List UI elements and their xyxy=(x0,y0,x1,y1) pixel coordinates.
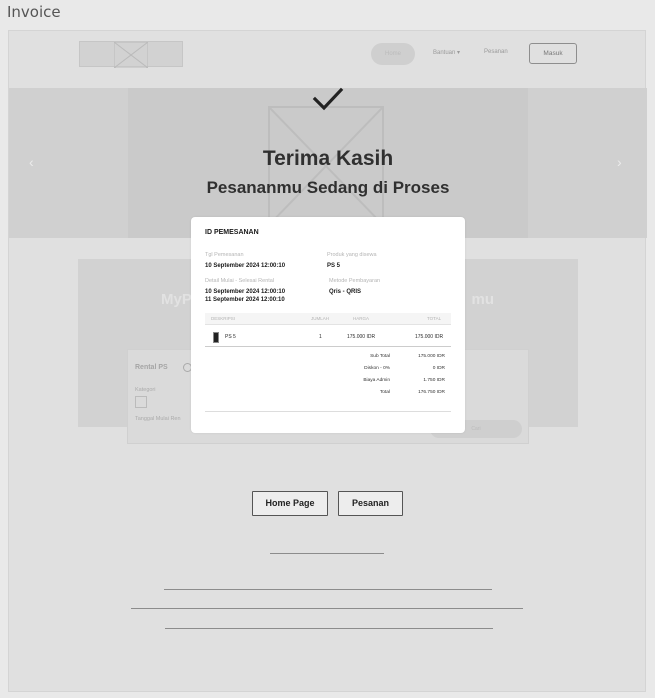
table-row: PS 5 1 175.000 IDR 175.000 IDR xyxy=(205,329,451,347)
invoice-divider xyxy=(205,411,451,412)
subtotal-label: Sub Total xyxy=(370,354,390,359)
col-total: TOTAL xyxy=(427,316,442,321)
footer-line xyxy=(270,553,384,554)
footer-line xyxy=(131,608,523,609)
col-price: HARGA xyxy=(353,316,370,321)
nav-link-orders[interactable]: Pesanan xyxy=(484,49,508,55)
order-id-label: ID PEMESANAN xyxy=(205,229,259,236)
row-total: 175.000 IDR xyxy=(415,334,444,340)
total-value: 176.750 IDR xyxy=(418,390,445,395)
nav-home-pill[interactable]: Home xyxy=(371,43,415,65)
check-icon xyxy=(312,87,344,111)
start-date-label: Tanggal Mulai Ren xyxy=(135,416,181,422)
admin-fee-value: 1.750 IDR xyxy=(423,378,445,383)
row-item: PS 5 xyxy=(225,334,236,340)
nav-link-help[interactable]: Bantuan ▾ xyxy=(433,49,460,56)
category-label: Kategori xyxy=(135,387,156,393)
order-date-label: Tgl Pemesanan xyxy=(205,252,244,258)
footer-line xyxy=(165,628,493,629)
frame-title: Invoice xyxy=(7,3,61,21)
console-icon xyxy=(213,332,219,343)
total-label: Total xyxy=(379,390,390,395)
product-value: PS 5 xyxy=(327,263,341,269)
row-price: 175.000 IDR xyxy=(347,334,376,340)
order-date-value: 10 September 2024 12:00:10 xyxy=(205,263,286,269)
site-nav: Home Bantuan ▾ Pesanan Masuk xyxy=(9,31,647,87)
payment-method-value: Qris - QRIS xyxy=(329,289,362,295)
orders-button[interactable]: Pesanan xyxy=(338,491,403,516)
rental-end-value: 11 September 2024 12:00:10 xyxy=(205,297,285,303)
category-select[interactable] xyxy=(135,396,147,408)
thank-you-title: Terima Kasih xyxy=(262,147,394,170)
rental-start-value: 10 September 2024 12:00:10 xyxy=(205,289,286,295)
col-description: DESKRIPSI xyxy=(211,316,236,321)
home-page-button[interactable]: Home Page xyxy=(252,491,328,516)
rental-form-title: Rental PS xyxy=(135,364,168,371)
login-button[interactable]: Masuk xyxy=(529,43,577,64)
product-label: Produk yang disewa xyxy=(327,252,377,258)
discount-label: Diskon - 0% xyxy=(364,366,390,371)
subtotal-value: 175.000 IDR xyxy=(418,354,445,359)
logo-placeholder-icon xyxy=(114,42,148,68)
col-qty: JUMLAH xyxy=(311,316,330,321)
row-qty: 1 xyxy=(319,334,322,340)
footer-line xyxy=(164,589,492,590)
promo-title-right: mu xyxy=(471,291,495,308)
payment-method-label: Metode Pembayaran xyxy=(329,278,381,284)
rental-period-label: Detail Mulai - Selesai Rental xyxy=(205,278,275,284)
discount-value: 0 IDR xyxy=(432,366,445,371)
invoice-page: Home Bantuan ▾ Pesanan Masuk ‹ › MyP mu … xyxy=(8,30,647,692)
invoice-table-header: DESKRIPSI JUMLAH HARGA TOTAL xyxy=(205,313,451,325)
promo-title-left: MyP xyxy=(161,291,192,308)
admin-fee-label: Biaya Admin xyxy=(363,378,390,383)
invoice-card: ID PEMESANAN Tgl Pemesanan 10 September … xyxy=(191,217,465,433)
thank-you-subtitle: Pesananmu Sedang di Proses xyxy=(206,178,450,197)
site-logo xyxy=(79,41,183,68)
